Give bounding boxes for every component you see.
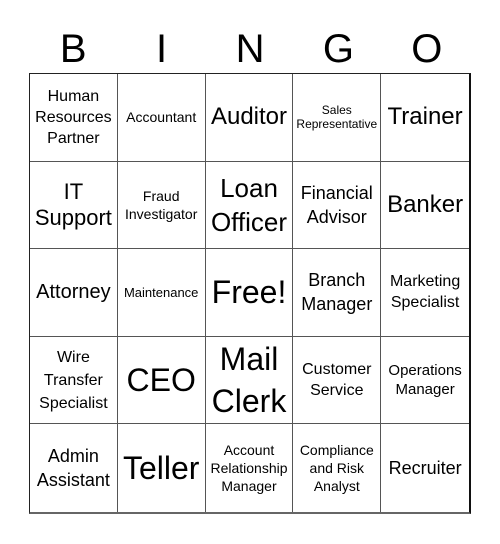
cell-label: Accountant (126, 109, 197, 126)
bingo-cell[interactable]: Human Resources Partner (30, 74, 118, 162)
cell-label: Sales Representative (296, 103, 378, 132)
header-letter-i: I (156, 27, 168, 71)
bingo-cell[interactable]: Trainer (381, 74, 469, 162)
bingo-cell[interactable]: Branch Manager (293, 249, 382, 337)
bingo-header: B I N G O (29, 24, 471, 74)
cell-label: Recruiter (388, 458, 462, 479)
cell-label: Operations Manager (388, 362, 462, 399)
cell-label: Compliance and Risk Analyst (299, 442, 374, 495)
bingo-cell[interactable]: Maintenance (117, 249, 206, 337)
bingo-cell[interactable]: Attorney (30, 249, 118, 337)
cell-label: Loan Officer (210, 172, 288, 237)
cell-label: CEO (126, 362, 196, 399)
bingo-cell[interactable]: Accountant (117, 74, 206, 162)
cell-label: Admin Assistant (36, 446, 110, 491)
bingo-cell[interactable]: Loan Officer (205, 161, 294, 250)
bingo-cell[interactable]: Customer Service (293, 336, 382, 425)
cell-label: Account Relationship Manager (210, 442, 288, 495)
cell-label: Human Resources Partner (35, 87, 112, 147)
bingo-cell[interactable]: Sales Representative (293, 74, 382, 162)
bingo-cell[interactable]: Mail Clerk (205, 336, 294, 425)
cell-label: Mail Clerk (211, 341, 287, 420)
bingo-cell[interactable]: Auditor (205, 74, 294, 162)
bingo-cell[interactable]: Wire Transfer Specialist (30, 336, 118, 425)
cell-label: Free! (211, 274, 287, 311)
header-letter-n: N (235, 27, 265, 71)
bingo-cell[interactable]: Free! (205, 249, 294, 337)
bingo-cell[interactable]: Recruiter (381, 424, 469, 512)
bingo-cell[interactable]: Teller (118, 424, 206, 512)
cell-label: Financial Advisor (300, 182, 373, 227)
header-letter-g: G (322, 27, 354, 71)
cell-label: Marketing Specialist (389, 273, 461, 312)
bingo-grid: Human Resources Partner Accountant Audit… (29, 73, 471, 514)
bingo-cell[interactable]: Admin Assistant (30, 424, 118, 512)
cell-label: Trainer (387, 103, 463, 131)
cell-label: Branch Manager (301, 270, 373, 315)
cell-label: Attorney (36, 280, 111, 303)
header-letter-o: O (411, 27, 443, 71)
bingo-cell[interactable]: Fraud Investigator (117, 161, 206, 250)
cell-label: Auditor (210, 103, 288, 131)
cell-label: Banker (387, 190, 464, 218)
bingo-cell[interactable]: IT Support (30, 161, 118, 250)
cell-label: Customer Service (302, 361, 372, 400)
cell-label: Wire Transfer Specialist (39, 348, 108, 412)
bingo-cell[interactable]: Banker (381, 162, 469, 250)
header-letter-b: B (59, 27, 87, 71)
bingo-cell[interactable]: Compliance and Risk Analyst (293, 424, 382, 512)
bingo-cell[interactable]: Account Relationship Manager (206, 424, 294, 512)
bingo-cell[interactable]: Marketing Specialist (381, 249, 469, 337)
cell-label: Maintenance (123, 284, 199, 300)
bingo-cell[interactable]: Financial Advisor (293, 161, 382, 250)
cell-label: Teller (122, 450, 200, 487)
bingo-cell[interactable]: Operations Manager (381, 337, 469, 425)
bingo-cell[interactable]: CEO (117, 336, 206, 425)
cell-label: Fraud Investigator (125, 187, 198, 222)
cell-label: IT Support (34, 178, 112, 230)
